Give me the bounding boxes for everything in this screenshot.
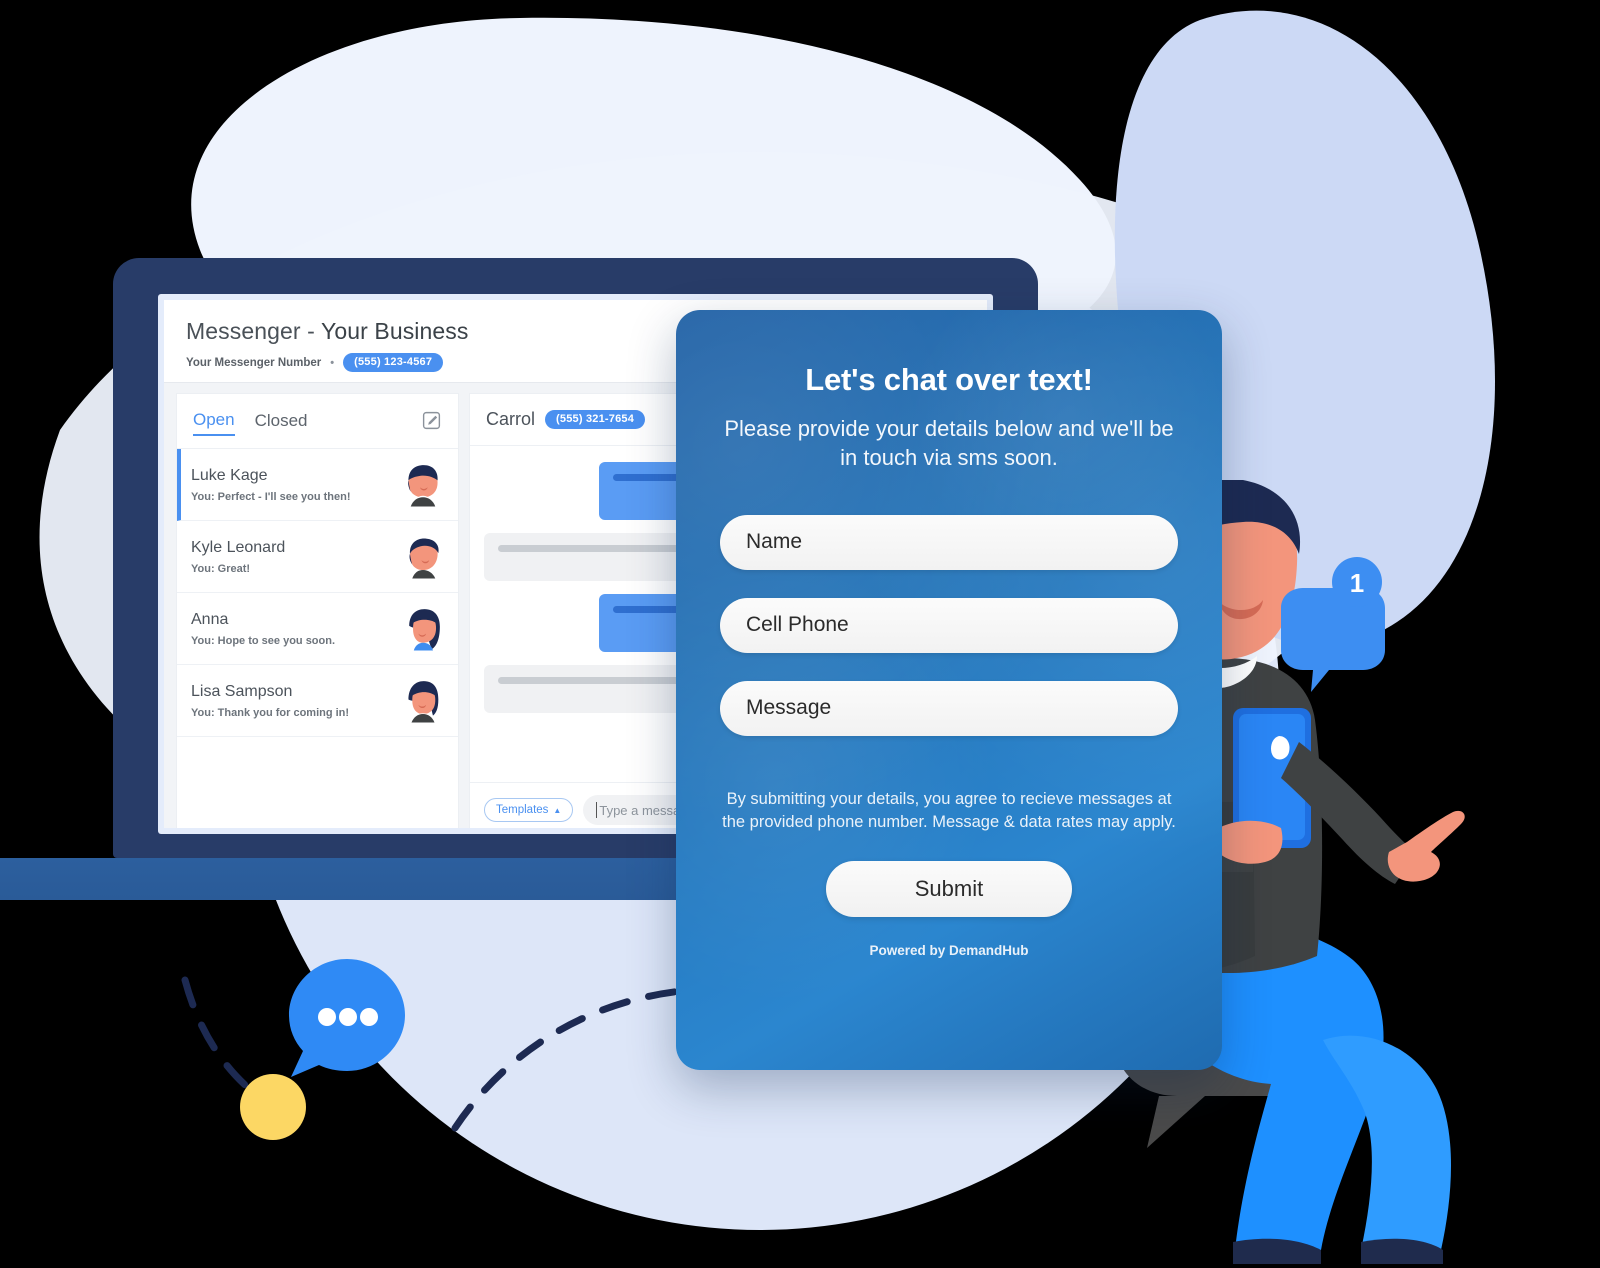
thread-phone-pill[interactable]: (555) 321-7654 bbox=[545, 410, 646, 429]
conversation-preview: You: Thank you for coming in! bbox=[191, 706, 350, 719]
female-avatar-long-hair bbox=[409, 608, 440, 650]
tab-closed[interactable]: Closed bbox=[255, 411, 308, 435]
male-avatar-swept-hair bbox=[409, 538, 439, 578]
conversation-tabs: Open Closed bbox=[177, 394, 458, 449]
text-caret bbox=[596, 802, 598, 818]
powered-by-label: Powered by DemandHub bbox=[869, 943, 1029, 958]
dot-separator: • bbox=[330, 356, 335, 369]
conversation-text: Anna You: Hope to see you soon. bbox=[191, 611, 400, 647]
templates-button-label: Templates bbox=[496, 804, 549, 816]
yellow-circle-decoration bbox=[240, 1074, 306, 1140]
thread-contact-name: Carrol bbox=[486, 409, 536, 429]
cell-phone-field[interactable]: Cell Phone bbox=[720, 597, 1178, 653]
templates-button[interactable]: Templates ▲ bbox=[484, 798, 574, 822]
conversation-text: Kyle Leonard You: Great! bbox=[191, 539, 400, 575]
conversation-list-panel: Open Closed Luke Kage You: Perfect - I'l… bbox=[176, 393, 459, 828]
list-item[interactable]: Kyle Leonard You: Great! bbox=[177, 521, 458, 593]
male-avatar-dark-hair bbox=[408, 464, 438, 506]
notification-count: 1 bbox=[1350, 568, 1364, 598]
conversation-name: Lisa Sampson bbox=[191, 682, 293, 700]
widget-disclaimer: By submitting your details, you agree to… bbox=[722, 789, 1176, 832]
conversation-name: Luke Kage bbox=[191, 466, 268, 484]
conversation-preview: You: Perfect - I'll see you then! bbox=[191, 490, 351, 503]
female-avatar-bob-hair bbox=[408, 680, 439, 722]
submit-button[interactable]: Submit bbox=[826, 861, 1072, 917]
app-title-separator: - bbox=[300, 318, 322, 344]
blue-typing-bubble-icon bbox=[289, 959, 405, 1077]
conversation-name: Anna bbox=[191, 610, 229, 628]
conversation-preview: You: Great! bbox=[191, 562, 251, 575]
name-field[interactable]: Name bbox=[720, 514, 1178, 570]
widget-subtitle: Please provide your details below and we… bbox=[724, 416, 1174, 471]
list-item[interactable]: Lisa Sampson You: Thank you for coming i… bbox=[177, 665, 458, 737]
chat-widget-card: Let's chat over text! Please provide you… bbox=[676, 310, 1222, 1070]
message-field[interactable]: Message bbox=[720, 680, 1178, 736]
widget-title: Let's chat over text! bbox=[805, 362, 1093, 397]
widget-form: Name Cell Phone Message bbox=[720, 514, 1178, 736]
conversation-name: Kyle Leonard bbox=[191, 538, 286, 556]
messenger-number-pill[interactable]: (555) 123-4567 bbox=[343, 353, 444, 372]
list-item[interactable]: Anna You: Hope to see you soon. bbox=[177, 593, 458, 665]
app-title-main: Messenger bbox=[186, 318, 301, 344]
conversation-text: Luke Kage You: Perfect - I'll see you th… bbox=[191, 467, 400, 503]
illustration-scene: Messenger - Your Business Your Messenger… bbox=[0, 0, 1600, 1268]
app-title-business: Your Business bbox=[321, 318, 469, 344]
conversation-text: Lisa Sampson You: Thank you for coming i… bbox=[191, 683, 400, 719]
conversation-preview: You: Hope to see you soon. bbox=[191, 634, 336, 647]
compose-pencil-icon[interactable] bbox=[421, 410, 442, 436]
list-item[interactable]: Luke Kage You: Perfect - I'll see you th… bbox=[177, 449, 458, 521]
tab-open[interactable]: Open bbox=[193, 410, 235, 436]
messenger-number-label: Your Messenger Number bbox=[186, 356, 322, 369]
chevron-up-icon: ▲ bbox=[553, 805, 562, 815]
